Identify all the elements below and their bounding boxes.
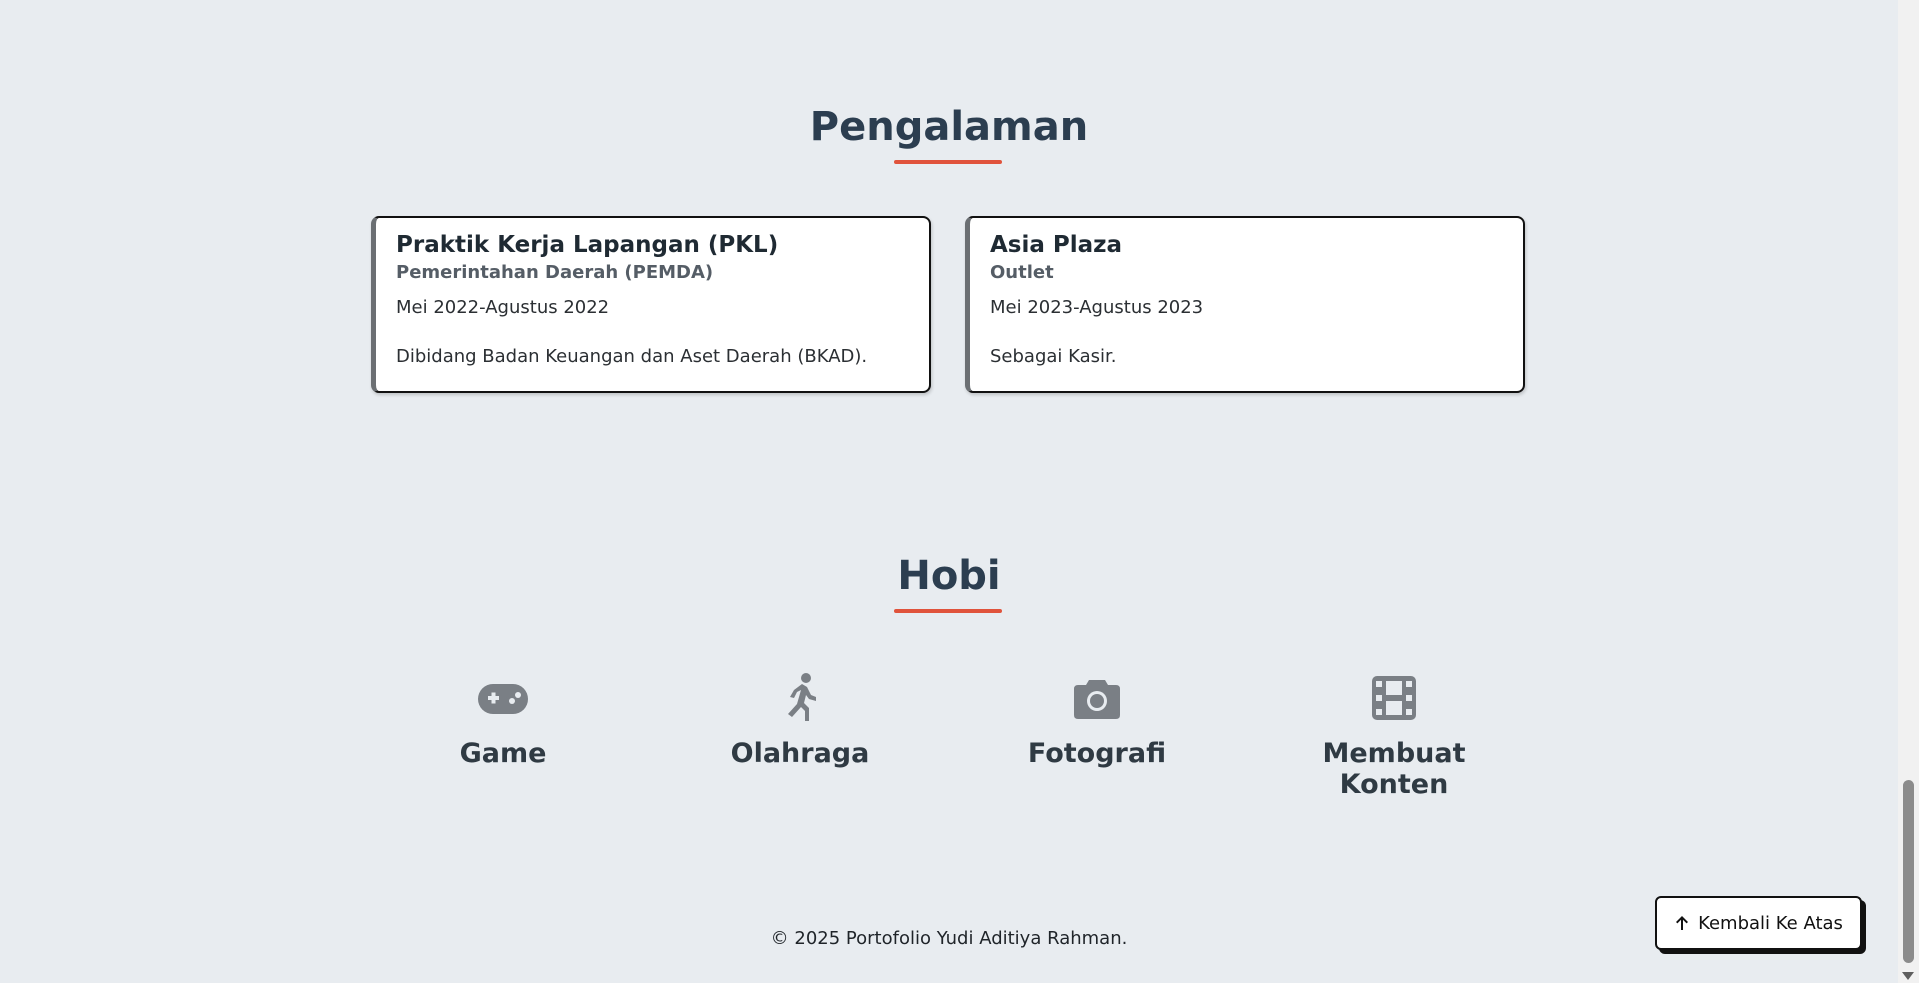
footer-copyright: © 2025 Portofolio Yudi Aditiya Rahman. — [770, 928, 1128, 949]
film-icon — [1372, 676, 1416, 720]
hobbies-title: Hobi — [897, 553, 1001, 599]
hobby-label: Membuat Konten — [1322, 738, 1466, 800]
experience-desc: Sebagai Kasir. — [990, 346, 1117, 367]
back-to-top-button[interactable]: Kembali Ke Atas — [1655, 896, 1862, 950]
camera-icon — [1074, 680, 1120, 719]
experience-org: Pemerintahan Daerah (PEMDA) — [396, 262, 714, 283]
back-to-top-label: Kembali Ke Atas — [1698, 912, 1843, 934]
hobby-label: Game — [459, 738, 547, 769]
experience-title: Pengalaman — [809, 104, 1089, 150]
vertical-scrollbar[interactable] — [1898, 0, 1919, 983]
page: Pengalaman Praktik Kerja Lapangan (PKL) … — [0, 0, 1898, 983]
experience-card-asia-plaza: Asia Plaza Outlet Mei 2023-Agustus 2023 … — [965, 216, 1525, 393]
experience-role: Asia Plaza — [990, 232, 1123, 258]
experience-title-underline — [894, 160, 1002, 164]
experience-desc: Dibidang Badan Keuangan dan Aset Daerah … — [396, 346, 868, 367]
hobby-item-game: Game — [373, 670, 633, 769]
running-person-icon — [788, 673, 816, 721]
experience-org: Outlet — [990, 262, 1054, 283]
hobby-item-olahraga: Olahraga — [670, 670, 930, 769]
hobbies-title-underline — [894, 609, 1002, 613]
experience-period: Mei 2022-Agustus 2022 — [396, 297, 610, 318]
gamepad-icon — [478, 684, 528, 714]
hobby-label: Olahraga — [730, 738, 870, 769]
hobby-item-membuat-konten: Membuat Konten — [1264, 670, 1524, 800]
hobby-item-fotografi: Fotografi — [967, 670, 1227, 769]
hobby-label: Fotografi — [1027, 738, 1167, 769]
experience-card-pkl: Praktik Kerja Lapangan (PKL) Pemerintaha… — [371, 216, 931, 393]
experience-period: Mei 2023-Agustus 2023 — [990, 297, 1204, 318]
experience-role: Praktik Kerja Lapangan (PKL) — [396, 232, 779, 258]
scroll-down-arrow-icon[interactable] — [1902, 972, 1914, 980]
scrollbar-thumb[interactable] — [1903, 780, 1914, 963]
arrow-up-icon — [1676, 916, 1689, 930]
